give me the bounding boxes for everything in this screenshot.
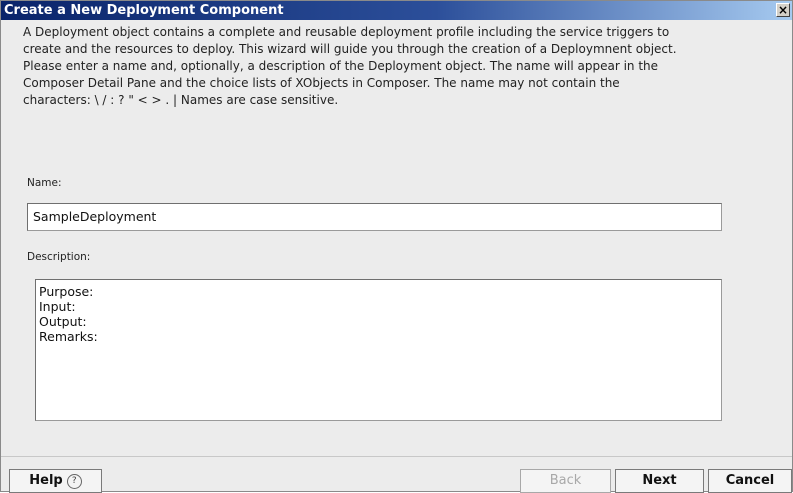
intro-line: Please enter a name and, optionally, a d… xyxy=(23,59,659,73)
description-line: Input: xyxy=(39,299,76,314)
cancel-button[interactable]: Cancel xyxy=(708,469,792,493)
back-button[interactable]: Back xyxy=(520,469,611,493)
deployment-wizard-dialog: Create a New Deployment Component × A De… xyxy=(0,0,793,493)
intro-line: characters: \ / : ? " < > . | Names are … xyxy=(23,93,339,107)
intro-line: A Deployment object contains a complete … xyxy=(23,25,670,39)
name-label: Name: xyxy=(27,177,62,189)
name-field[interactable]: SampleDeployment xyxy=(27,203,722,231)
title-bar: Create a New Deployment Component × xyxy=(1,1,792,20)
intro-line: Composer Detail Pane and the choice list… xyxy=(23,76,620,90)
close-button[interactable]: × xyxy=(776,3,790,17)
description-label: Description: xyxy=(27,251,91,263)
description-textarea[interactable]: Purpose: Input: Output: Remarks: xyxy=(35,279,722,421)
next-button[interactable]: Next xyxy=(615,469,704,493)
help-button[interactable]: Help? xyxy=(9,469,102,493)
intro-line: create and the resources to deploy. This… xyxy=(23,42,677,56)
description-line: Remarks: xyxy=(39,329,98,344)
question-icon: ? xyxy=(66,474,82,489)
help-button-label: Help xyxy=(29,473,63,488)
description-line: Purpose: xyxy=(39,284,94,299)
description-line: Output: xyxy=(39,314,87,329)
button-separator xyxy=(1,456,792,457)
intro-text: A Deployment object contains a complete … xyxy=(23,24,773,109)
window-title: Create a New Deployment Component xyxy=(4,3,284,18)
